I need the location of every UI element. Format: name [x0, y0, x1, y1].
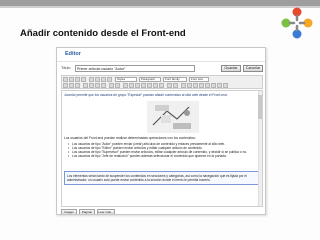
strikethrough-icon[interactable] [81, 77, 86, 82]
list-item: Los usuarios de tipo "Jefe de redacción"… [68, 154, 260, 158]
paragraph-select[interactable]: Paragraph [139, 77, 161, 82]
table-icon[interactable] [181, 83, 186, 88]
editor-paragraph-2: Los usuarios del Front-end pueden realiz… [64, 136, 196, 140]
pagebreak-button[interactable]: Paginar [79, 209, 95, 214]
font-size-select[interactable]: Font size [189, 77, 209, 82]
editor-header: Editor [57, 48, 265, 62]
cut-icon[interactable] [63, 83, 68, 88]
top-bar-accent [0, 6, 320, 8]
bullet-list-icon[interactable] [83, 83, 88, 88]
readmore-button[interactable]: Leer más... [97, 209, 115, 214]
toolbar-row-2 [63, 83, 262, 89]
anchor-icon[interactable] [135, 83, 140, 88]
title-label: Título [61, 66, 71, 70]
indent-icon[interactable] [101, 83, 106, 88]
superscript-icon[interactable] [199, 83, 204, 88]
styles-select[interactable]: Styles [115, 77, 137, 82]
scrollbar-thumb[interactable] [258, 95, 262, 119]
underline-icon[interactable] [75, 77, 80, 82]
font-family-select[interactable]: Font family [163, 77, 187, 82]
editor-scrollbar[interactable] [258, 91, 262, 206]
editor-image [147, 101, 199, 133]
background-color-icon[interactable] [173, 83, 178, 88]
media-icon[interactable] [217, 83, 222, 88]
slide: Añadir contenido desde el Front-end Edit… [0, 0, 320, 240]
editor-toolbar: Styles Paragraph Font family Font size [61, 75, 263, 89]
image-icon[interactable] [141, 83, 146, 88]
horizontal-rule-icon[interactable] [187, 83, 192, 88]
special-char-icon[interactable] [205, 83, 210, 88]
content-editor[interactable]: Joomla! permite que los usuarios de grup… [61, 90, 263, 207]
editor-bottom-buttons: Imagen Paginar Leer más... [61, 209, 263, 214]
bold-icon[interactable] [63, 77, 68, 82]
slide-title: Añadir contenido desde el Front-end [20, 28, 186, 39]
link-icon[interactable] [123, 83, 128, 88]
subscript-icon[interactable] [193, 83, 198, 88]
editor-list: Los usuarios de tipo "Autor" pueden envi… [68, 142, 260, 158]
title-field-row: Título Primer artículo usuario "Autor" G… [61, 65, 263, 73]
help-icon[interactable] [153, 83, 158, 88]
code-icon[interactable] [159, 83, 164, 88]
title-input[interactable]: Primer artículo usuario "Autor" [75, 65, 195, 72]
align-justify-icon[interactable] [107, 77, 112, 82]
editor-box-text: Los elementos serán tanto de suspender l… [67, 174, 247, 182]
cleanup-icon[interactable] [147, 83, 152, 88]
save-button[interactable]: Guardar [221, 65, 241, 72]
editor-highlight-box: Los elementos serán tanto de suspender l… [64, 171, 260, 185]
numbered-list-icon[interactable] [89, 83, 94, 88]
emoticon-icon[interactable] [211, 83, 216, 88]
undo-icon[interactable] [109, 83, 114, 88]
editor-screenshot: Editor Título Primer artículo usuario "A… [56, 47, 266, 215]
text-color-icon[interactable] [167, 83, 172, 88]
align-center-icon[interactable] [95, 77, 100, 82]
editor-heading: Editor [65, 51, 81, 57]
redo-icon[interactable] [115, 83, 120, 88]
copy-icon[interactable] [69, 83, 74, 88]
unlink-icon[interactable] [129, 83, 134, 88]
image-button[interactable]: Imagen [61, 209, 77, 214]
italic-icon[interactable] [69, 77, 74, 82]
outdent-icon[interactable] [95, 83, 100, 88]
align-left-icon[interactable] [89, 77, 94, 82]
paste-icon[interactable] [75, 83, 80, 88]
cancel-button[interactable]: Cancelar [243, 65, 263, 72]
joomla-logo-icon [281, 7, 313, 39]
fullscreen-icon[interactable] [223, 83, 228, 88]
align-right-icon[interactable] [101, 77, 106, 82]
editor-intro-text: Joomla! permite que los usuarios de grup… [64, 93, 228, 97]
